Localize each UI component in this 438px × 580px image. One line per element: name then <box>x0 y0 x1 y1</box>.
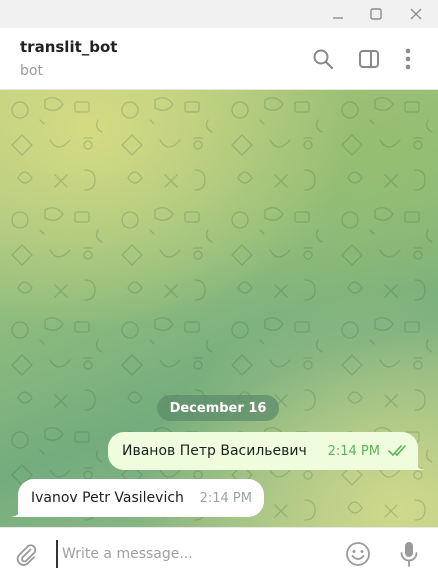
paperclip-icon[interactable] <box>12 540 40 568</box>
message-composer <box>0 527 438 580</box>
chat-header[interactable]: translit_bot bot <box>0 28 438 90</box>
chat-title[interactable]: translit_bot <box>20 38 117 56</box>
chat-status: bot <box>20 63 43 79</box>
message-incoming[interactable]: Ivanov Petr Vasilevich 2:14 PM <box>18 479 264 517</box>
window-titlebar <box>0 0 438 28</box>
message-time: 2:14 PM <box>327 444 380 459</box>
message-text: Иванов Петр Васильевич <box>122 443 307 459</box>
maximize-icon[interactable] <box>356 0 396 28</box>
minimize-icon[interactable] <box>318 0 358 28</box>
message-input[interactable] <box>56 540 326 568</box>
emoji-icon[interactable] <box>344 540 372 568</box>
bubble-tail <box>414 459 425 470</box>
message-text: Ivanov Petr Vasilevich <box>31 490 184 506</box>
message-time: 2:14 PM <box>199 491 252 506</box>
more-vertical-icon[interactable] <box>393 44 423 74</box>
date-separator: December 16 <box>157 395 279 421</box>
search-icon[interactable] <box>308 44 338 74</box>
microphone-icon[interactable] <box>395 539 423 569</box>
close-icon[interactable] <box>396 0 436 28</box>
message-list[interactable]: December 16 Иванов Петр Васильевич 2:14 … <box>0 90 438 527</box>
sidebar-toggle-icon[interactable] <box>354 44 384 74</box>
read-checkmarks-icon <box>388 445 410 461</box>
message-outgoing[interactable]: Иванов Петр Васильевич 2:14 PM <box>108 432 418 470</box>
bubble-tail <box>11 506 22 517</box>
